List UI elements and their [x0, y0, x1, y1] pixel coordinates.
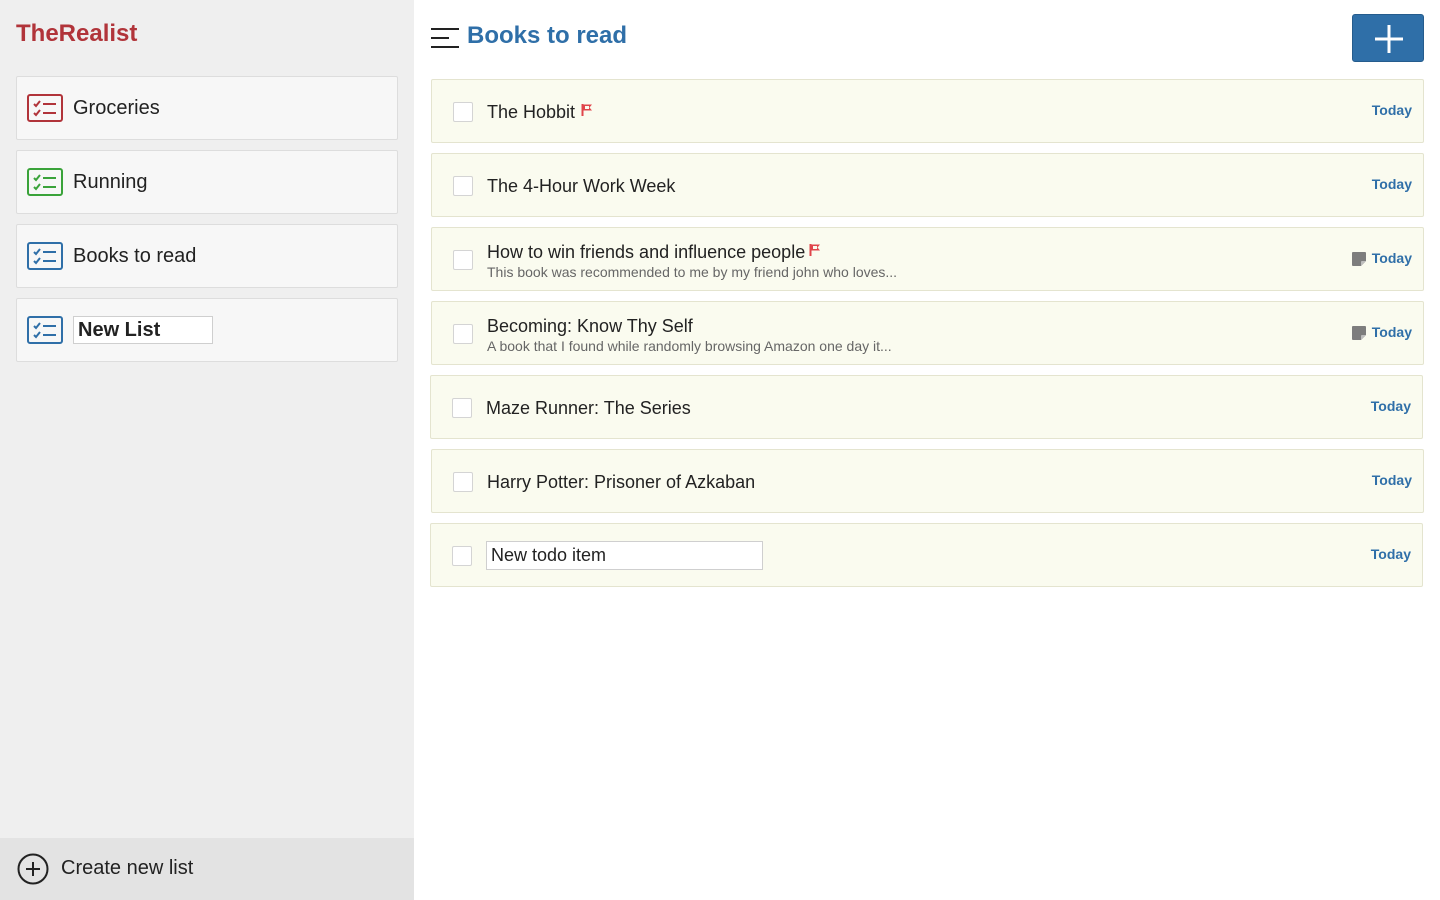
- sidebar-item-running[interactable]: Running: [16, 150, 398, 214]
- app-title: TheRealist: [16, 20, 138, 47]
- new-list-name-input[interactable]: [73, 316, 213, 344]
- todo-title: Maze Runner: The Series: [486, 398, 691, 418]
- flag-icon: [809, 244, 821, 257]
- page-title: Books to read: [467, 22, 628, 49]
- todo-item[interactable]: Harry Potter: Prisoner of Azkaban Today: [431, 449, 1424, 513]
- todo-item-new[interactable]: Today: [430, 523, 1423, 587]
- sidebar-item-new-list[interactable]: [16, 298, 398, 362]
- todo-title: The 4-Hour Work Week: [487, 176, 676, 196]
- main-panel: Books to read The Hobbit Today The 4-Hou…: [414, 0, 1440, 900]
- sidebar-item-label: Books to read: [73, 245, 197, 267]
- todo-checkbox[interactable]: [453, 102, 473, 122]
- checklist-icon: [27, 316, 63, 344]
- add-circle-icon: [17, 853, 49, 885]
- todo-item[interactable]: Maze Runner: The Series Today: [430, 375, 1423, 439]
- sidebar-item-books-to-read[interactable]: Books to read: [16, 224, 398, 288]
- due-date[interactable]: Today: [1372, 472, 1412, 488]
- todo-note: A book that I found while randomly brows…: [487, 338, 892, 354]
- add-todo-button[interactable]: [1352, 14, 1424, 62]
- due-date[interactable]: Today: [1372, 250, 1412, 266]
- note-icon: [1351, 251, 1367, 267]
- todo-checkbox[interactable]: [453, 472, 473, 492]
- todo-item[interactable]: The Hobbit Today: [431, 79, 1424, 143]
- menu-icon[interactable]: [430, 25, 460, 51]
- todo-item[interactable]: Becoming: Know Thy Self A book that I fo…: [431, 301, 1424, 365]
- due-date[interactable]: Today: [1371, 398, 1411, 414]
- due-date[interactable]: Today: [1371, 546, 1411, 562]
- sidebar-item-label: Groceries: [73, 97, 160, 119]
- todo-checkbox[interactable]: [453, 250, 473, 270]
- checklist-icon: [27, 242, 63, 270]
- todo-title-wrap: How to win friends and influence people: [487, 242, 821, 263]
- note-icon: [1351, 325, 1367, 341]
- todo-checkbox[interactable]: [453, 324, 473, 344]
- due-date[interactable]: Today: [1372, 324, 1412, 340]
- todo-checkbox[interactable]: [452, 398, 472, 418]
- todo-checkbox[interactable]: [453, 176, 473, 196]
- todo-title: How to win friends and influence people: [487, 242, 806, 262]
- todo-title: The Hobbit: [487, 102, 576, 122]
- due-date[interactable]: Today: [1372, 176, 1412, 192]
- new-todo-input[interactable]: [486, 541, 763, 570]
- todo-item[interactable]: The 4-Hour Work Week Today: [431, 153, 1424, 217]
- sidebar-item-groceries[interactable]: Groceries: [16, 76, 398, 140]
- checklist-icon: [27, 168, 63, 196]
- checklist-icon: [27, 94, 63, 122]
- todo-title: Becoming: Know Thy Self: [487, 316, 693, 336]
- plus-icon: [1375, 25, 1403, 53]
- todo-title: Harry Potter: Prisoner of Azkaban: [487, 472, 756, 492]
- due-date[interactable]: Today: [1372, 102, 1412, 118]
- todo-title-wrap: The Hobbit: [487, 102, 593, 123]
- create-new-list-label: Create new list: [61, 857, 194, 879]
- todo-checkbox[interactable]: [452, 546, 472, 566]
- create-new-list-button[interactable]: Create new list: [0, 838, 414, 900]
- flag-icon: [581, 104, 593, 117]
- todo-note: This book was recommended to me by my fr…: [487, 264, 898, 280]
- sidebar-item-label: Running: [73, 171, 148, 193]
- sidebar: TheRealist Groceries Running Books to re…: [0, 0, 414, 900]
- todo-item[interactable]: How to win friends and influence people …: [431, 227, 1424, 291]
